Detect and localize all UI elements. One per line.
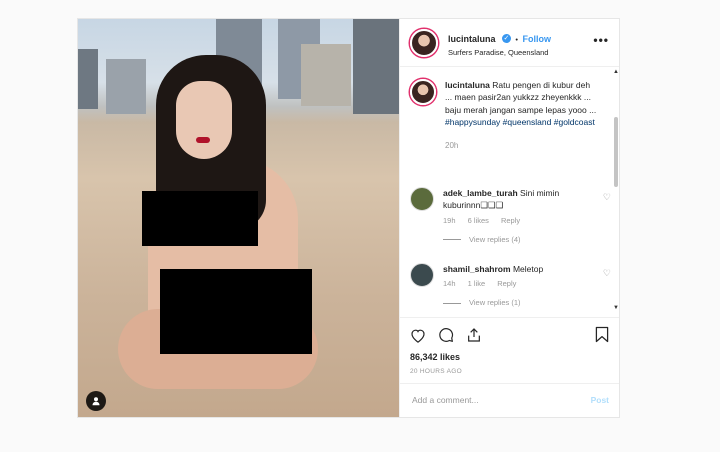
photo-subject-face <box>176 81 232 159</box>
avatar[interactable] <box>410 79 436 105</box>
divider <box>443 239 461 241</box>
comment-username[interactable]: adek_lambe_turah <box>443 188 518 198</box>
view-replies-label: View replies (4) <box>469 234 521 244</box>
more-options-icon[interactable]: ••• <box>593 33 609 47</box>
bookmark-icon[interactable] <box>595 326 609 348</box>
post-time[interactable]: 20 HOURS AGO <box>410 368 609 375</box>
caption-time: 20h <box>445 141 459 151</box>
action-icons <box>410 318 609 352</box>
comment-body: adek_lambe_turah Sini mimin kuburinnn❑❑❑… <box>443 187 611 246</box>
censor-bar <box>142 191 258 246</box>
comment-text: Meletop <box>512 264 544 274</box>
user-tag-icon[interactable] <box>86 391 106 411</box>
photo-subject-lips <box>196 137 210 143</box>
post-sidebar: lucintaluna ✓ • Follow Surfers Paradise,… <box>399 19 619 417</box>
comment-meta: 14h 1 like Reply <box>443 279 597 290</box>
caption: lucintaluna Ratu pengen di kubur deh ...… <box>410 79 597 152</box>
comment-likes[interactable]: 1 like <box>468 279 486 288</box>
comment-time: 14h <box>443 279 456 289</box>
comment-time: 19h <box>443 215 456 225</box>
avatar[interactable] <box>410 263 434 287</box>
instagram-post: lucintaluna ✓ • Follow Surfers Paradise,… <box>77 18 620 418</box>
reply-button[interactable]: Reply <box>497 279 516 288</box>
reply-button[interactable]: Reply <box>501 216 520 225</box>
hashtag-link[interactable]: #queensland <box>503 117 552 127</box>
share-icon[interactable] <box>466 327 482 343</box>
separator: • <box>515 35 519 45</box>
like-comment-icon[interactable]: ♡ <box>603 191 611 204</box>
header-text: lucintaluna ✓ • Follow Surfers Paradise,… <box>448 28 552 57</box>
verified-icon: ✓ <box>501 33 511 43</box>
background-building <box>301 44 351 106</box>
censor-bar <box>160 269 312 354</box>
comment-meta: 19h 6 likes Reply <box>443 216 597 227</box>
likes-count[interactable]: 86,342 likes <box>410 352 609 362</box>
scroll-down-arrow[interactable]: ▼ <box>613 305 619 311</box>
post-photo[interactable] <box>78 19 399 417</box>
follow-button[interactable]: Follow <box>523 34 552 44</box>
background-building <box>106 59 146 114</box>
author-username[interactable]: lucintaluna <box>448 34 496 44</box>
like-comment-icon[interactable]: ♡ <box>603 267 611 280</box>
comment-item: adek_lambe_turah Sini mimin kuburinnn❑❑❑… <box>410 187 611 246</box>
comment-icon[interactable] <box>438 327 454 343</box>
avatar[interactable] <box>410 187 434 211</box>
comment-body: shamil_shahrom Meletop 14h 1 like Reply … <box>443 263 611 309</box>
scrollbar-thumb[interactable] <box>614 117 618 187</box>
comment-input[interactable] <box>410 393 591 406</box>
hashtag-link[interactable]: #goldcoast <box>554 117 595 127</box>
view-replies-label: View replies (1) <box>469 298 521 308</box>
divider <box>443 303 461 305</box>
comment-item: shamil_shahrom Meletop 14h 1 like Reply … <box>410 263 611 309</box>
comments-list[interactable]: lucintaluna Ratu pengen di kubur deh ...… <box>400 67 619 317</box>
post-actions: 86,342 likes 20 HOURS AGO Post <box>400 317 619 415</box>
post-header: lucintaluna ✓ • Follow Surfers Paradise,… <box>400 19 619 67</box>
background-building <box>78 49 98 109</box>
avatar[interactable] <box>410 28 438 57</box>
scroll-up-arrow[interactable]: ▲ <box>613 69 619 75</box>
location-link[interactable]: Surfers Paradise, Queensland <box>448 48 551 57</box>
comment-username[interactable]: shamil_shahrom <box>443 264 511 274</box>
heart-icon[interactable] <box>410 328 426 343</box>
comment-likes[interactable]: 6 likes <box>468 216 489 225</box>
view-replies-button[interactable]: View replies (4) <box>443 235 597 246</box>
background-building <box>353 19 399 114</box>
caption-username[interactable]: lucintaluna <box>445 80 490 90</box>
hashtag-link[interactable]: #happysunday <box>445 117 500 127</box>
view-replies-button[interactable]: View replies (1) <box>443 298 597 309</box>
post-comment-button[interactable]: Post <box>591 395 609 405</box>
comment-composer: Post <box>400 383 619 415</box>
caption-body: lucintaluna Ratu pengen di kubur deh ...… <box>445 79 597 152</box>
